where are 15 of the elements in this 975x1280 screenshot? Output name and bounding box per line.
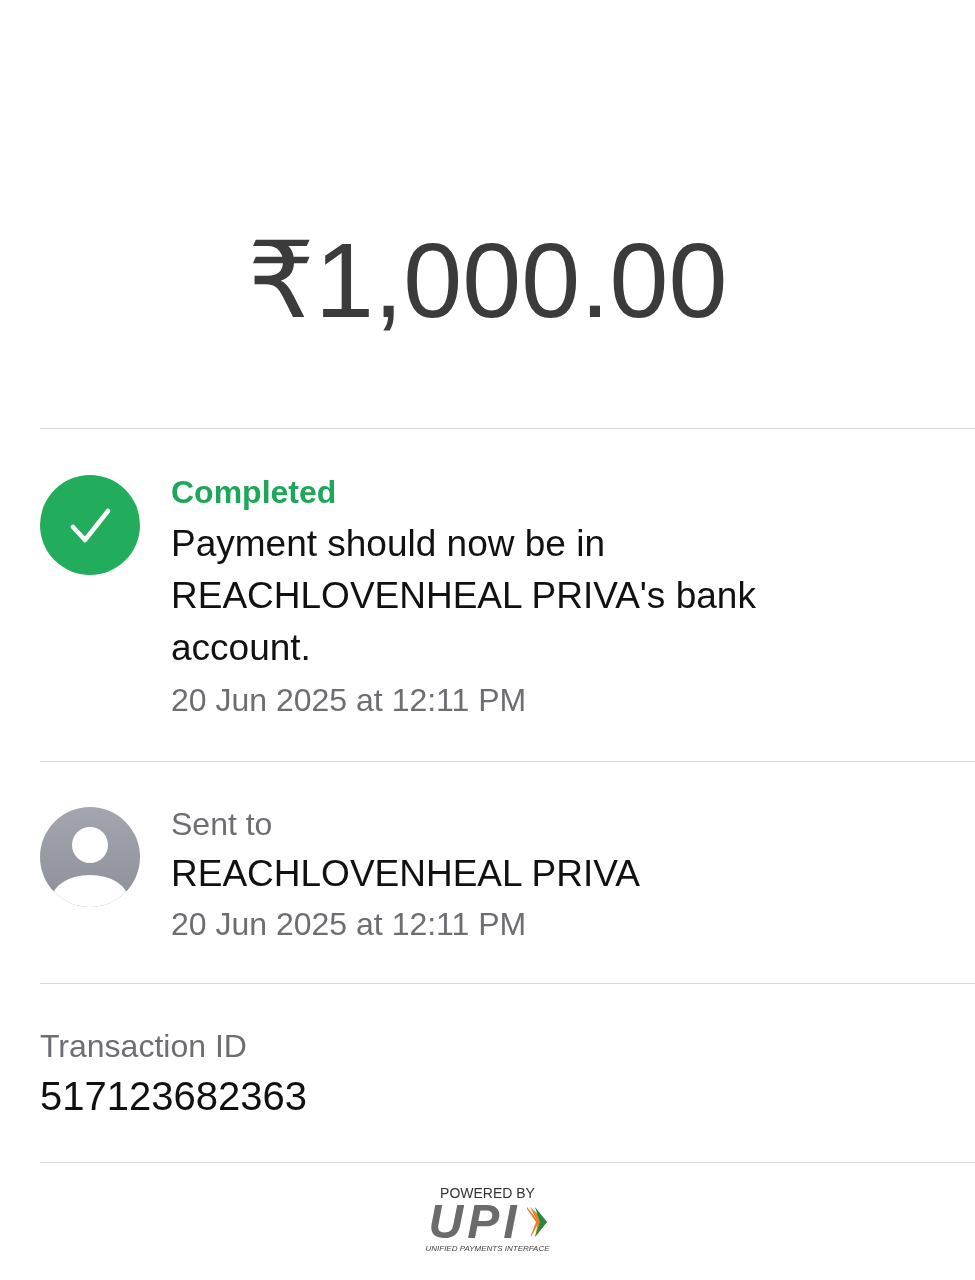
check-circle-icon: [40, 475, 140, 575]
logo-text: UPI: [428, 1201, 521, 1243]
amount: ₹1,000.00: [247, 220, 728, 341]
sent-to-label: Sent to: [171, 805, 273, 844]
chevron-icon: [526, 1205, 547, 1239]
avatar-icon: [40, 807, 140, 907]
transaction-id-label: Transaction ID: [40, 1027, 247, 1066]
status-message: Payment should now be in REACHLOVENHEAL PRIVA's bank account.: [171, 522, 757, 670]
powered-by-text: POWERED BY: [440, 1185, 535, 1201]
tagline-text: UNIFIED PAYMENTS INTERFACE: [425, 1243, 550, 1254]
transaction-id: 517123682363: [40, 1073, 307, 1120]
recipient-name: REACHLOVENHEAL PRIVA: [171, 852, 640, 896]
status-label: Completed: [171, 473, 337, 512]
timestamp: 20 Jun 2025 at 12:11 PM: [171, 681, 527, 720]
timestamp: 20 Jun 2025 at 12:11 PM: [171, 905, 527, 944]
